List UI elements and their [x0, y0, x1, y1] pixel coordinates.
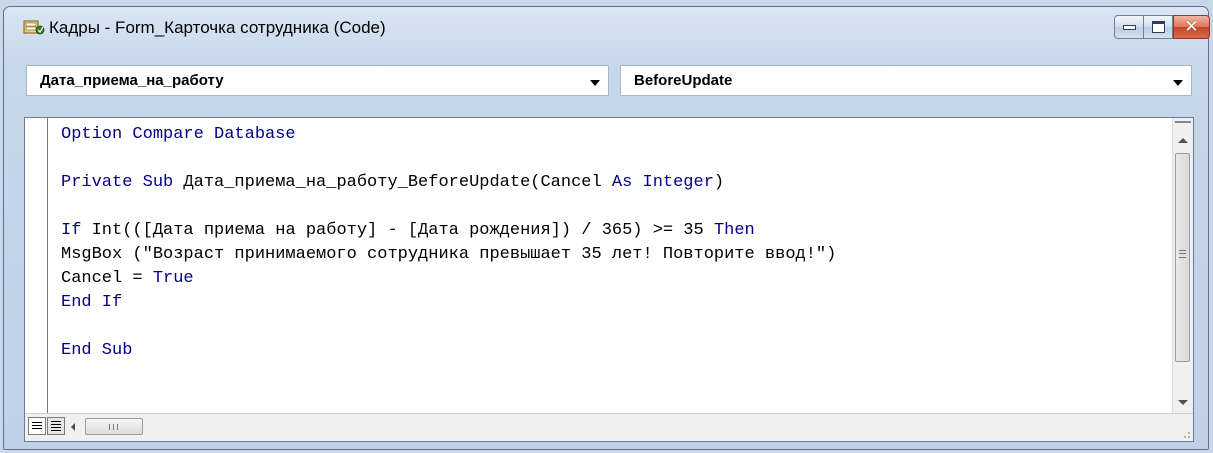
- code-token: Cancel =: [61, 269, 153, 288]
- access-form-icon: [23, 20, 45, 35]
- code-keyword: If: [61, 221, 82, 240]
- object-dropdown-value: Дата_приема_на_работу: [40, 72, 224, 89]
- code-line[interactable]: [61, 195, 836, 219]
- chevron-down-icon[interactable]: [590, 80, 600, 86]
- code-line[interactable]: End Sub: [61, 339, 836, 363]
- resize-grip-icon[interactable]: [1173, 414, 1193, 441]
- code-line[interactable]: End If: [61, 291, 836, 315]
- margin-indicator-bar[interactable]: [25, 118, 48, 414]
- code-editor[interactable]: Option Compare Database Private Sub Дата_…: [24, 117, 1194, 442]
- procedure-dropdown-value: BeforeUpdate: [634, 72, 733, 89]
- code-line[interactable]: MsgBox ("Возраст принимаемого сотрудника…: [61, 243, 836, 267]
- horizontal-scrollbar[interactable]: [25, 413, 1193, 441]
- code-token: Дата_приема_на_работу_BeforeUpdate(Cance…: [173, 173, 612, 192]
- code-text[interactable]: Option Compare Database Private Sub Дата_…: [61, 123, 836, 363]
- horizontal-scroll-thumb[interactable]: [85, 418, 143, 435]
- code-keyword: End Sub: [61, 341, 133, 360]
- code-keyword: Private Sub: [61, 173, 174, 192]
- procedure-dropdown[interactable]: BeforeUpdate: [620, 65, 1192, 96]
- minimize-icon: [1115, 16, 1143, 38]
- procedure-view-icon[interactable]: [28, 417, 46, 435]
- maximize-button[interactable]: [1144, 15, 1173, 39]
- code-token: ): [713, 173, 725, 192]
- code-keyword: End If: [61, 293, 123, 312]
- code-token: Int(([Дата приема на работу] - [Дата рож…: [81, 221, 714, 240]
- scroll-up-icon[interactable]: [1178, 138, 1188, 143]
- title-bar[interactable]: Кадры - Form_Карточка сотрудника (Code) …: [4, 7, 1210, 53]
- code-token: MsgBox ("Возраст принимаемого сотрудника…: [61, 245, 837, 264]
- minimize-button[interactable]: [1114, 15, 1144, 39]
- code-line[interactable]: Private Sub Дата_приема_на_работу_Before…: [61, 171, 836, 195]
- maximize-icon: [1144, 16, 1172, 38]
- chevron-down-icon[interactable]: [1173, 80, 1183, 86]
- code-line[interactable]: Option Compare Database: [61, 123, 836, 147]
- full-module-view-icon[interactable]: [47, 417, 65, 435]
- window-title: Кадры - Form_Карточка сотрудника (Code): [49, 18, 386, 37]
- object-dropdown[interactable]: Дата_приема_на_работу: [26, 65, 609, 96]
- code-window: Кадры - Form_Карточка сотрудника (Code) …: [3, 6, 1210, 450]
- close-icon: ✕: [1184, 17, 1199, 37]
- scroll-left-icon[interactable]: [71, 423, 75, 431]
- code-line[interactable]: [61, 315, 836, 339]
- code-line[interactable]: If Int(([Дата приема на работу] - [Дата …: [61, 219, 836, 243]
- code-line[interactable]: Cancel = True: [61, 267, 836, 291]
- code-keyword: Option Compare Database: [61, 125, 296, 144]
- close-button[interactable]: ✕: [1173, 15, 1210, 39]
- scroll-down-icon[interactable]: [1178, 400, 1188, 405]
- split-bar[interactable]: [1175, 121, 1191, 123]
- code-keyword: True: [152, 269, 194, 288]
- code-keyword: Then: [713, 221, 755, 240]
- code-line[interactable]: [61, 147, 836, 171]
- vertical-scrollbar[interactable]: [1172, 118, 1193, 415]
- code-keyword: As Integer: [611, 173, 714, 192]
- vertical-scroll-thumb[interactable]: [1175, 153, 1190, 362]
